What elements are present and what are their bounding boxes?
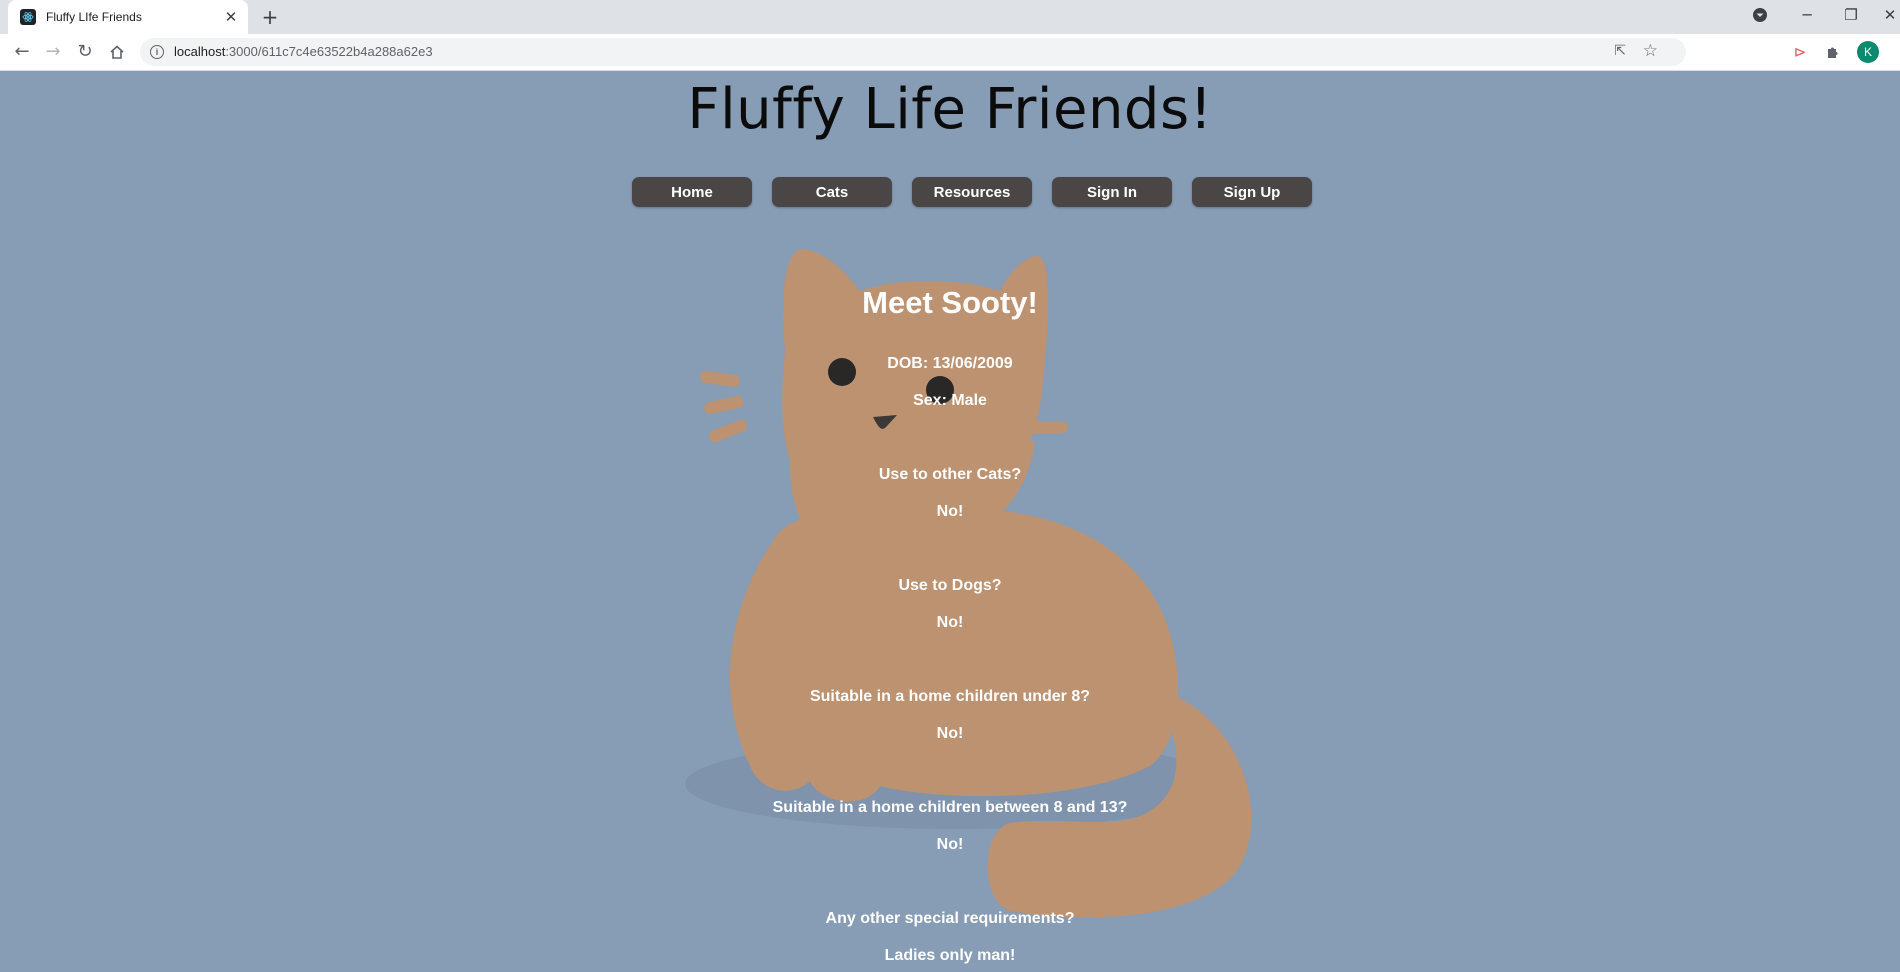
- answer-special-requirements: Ladies only man!: [884, 947, 1016, 964]
- cat-whisker: [709, 419, 747, 443]
- minimize-icon[interactable]: ─: [1792, 0, 1822, 30]
- nav-home-button[interactable]: Home: [632, 177, 752, 207]
- page-content: Fluffy Life Friends! Home Cats Resources…: [0, 71, 1900, 972]
- cat-body: [729, 508, 1179, 802]
- extensions-puzzle-icon[interactable]: [1821, 40, 1845, 64]
- forward-icon[interactable]: →: [41, 40, 65, 64]
- site-title: Fluffy Life Friends!: [687, 77, 1213, 142]
- question-special-requirements: Any other special requirements?: [825, 910, 1075, 927]
- browser-toolbar: ← → ↻ i localhost:3000/611c7c4e63522b4a2…: [0, 34, 1900, 71]
- question-children-under-8: Suitable in a home children under 8?: [809, 688, 1091, 705]
- open-in-app-icon[interactable]: ⇱: [1614, 43, 1626, 59]
- nav-sign-in-button[interactable]: Sign In: [1052, 177, 1172, 207]
- restore-icon[interactable]: ❐: [1836, 0, 1866, 30]
- url-text: localhost:3000/611c7c4e63522b4a288a62e3: [174, 44, 433, 59]
- main-nav: Home Cats Resources Sign In Sign Up: [632, 177, 1312, 207]
- answer-children-under-8: No!: [936, 725, 964, 742]
- nav-resources-button[interactable]: Resources: [912, 177, 1032, 207]
- cat-profile-heading: Meet Sooty!: [862, 285, 1038, 320]
- question-dogs: Use to Dogs?: [898, 577, 1002, 594]
- cat-sex: Sex: Male: [913, 392, 987, 409]
- bookmark-star-icon[interactable]: ☆: [1643, 41, 1658, 61]
- cat-dob: DOB: 13/06/2009: [887, 355, 1013, 372]
- nav-sign-up-button[interactable]: Sign Up: [1192, 177, 1312, 207]
- answer-dogs: No!: [936, 614, 964, 631]
- site-info-icon[interactable]: i: [150, 45, 164, 59]
- browser-tab[interactable]: Fluffy LIfe Friends ✕: [8, 0, 248, 34]
- home-icon[interactable]: [105, 40, 129, 64]
- profile-avatar[interactable]: K: [1857, 41, 1879, 63]
- back-icon[interactable]: ←: [10, 40, 34, 64]
- new-tab-icon[interactable]: +: [258, 6, 282, 30]
- answer-other-cats: No!: [936, 503, 964, 520]
- question-children-8-13: Suitable in a home children between 8 an…: [772, 799, 1128, 816]
- tab-close-icon[interactable]: ✕: [220, 8, 242, 26]
- extension-icon[interactable]: ⊳: [1788, 40, 1812, 64]
- tab-search-icon[interactable]: [1748, 0, 1772, 30]
- close-window-icon[interactable]: ✕: [1880, 0, 1900, 30]
- tab-title: Fluffy LIfe Friends: [46, 10, 142, 24]
- nav-cats-button[interactable]: Cats: [772, 177, 892, 207]
- answer-children-8-13: No!: [936, 836, 964, 853]
- react-favicon-icon: [20, 9, 36, 25]
- reload-icon[interactable]: ↻: [73, 40, 97, 64]
- cat-whisker: [1020, 421, 1068, 433]
- question-other-cats: Use to other Cats?: [878, 466, 1022, 483]
- browser-tab-bar: Fluffy LIfe Friends ✕ + ─ ❐ ✕: [0, 0, 1900, 34]
- address-bar[interactable]: i localhost:3000/611c7c4e63522b4a288a62e…: [140, 38, 1686, 66]
